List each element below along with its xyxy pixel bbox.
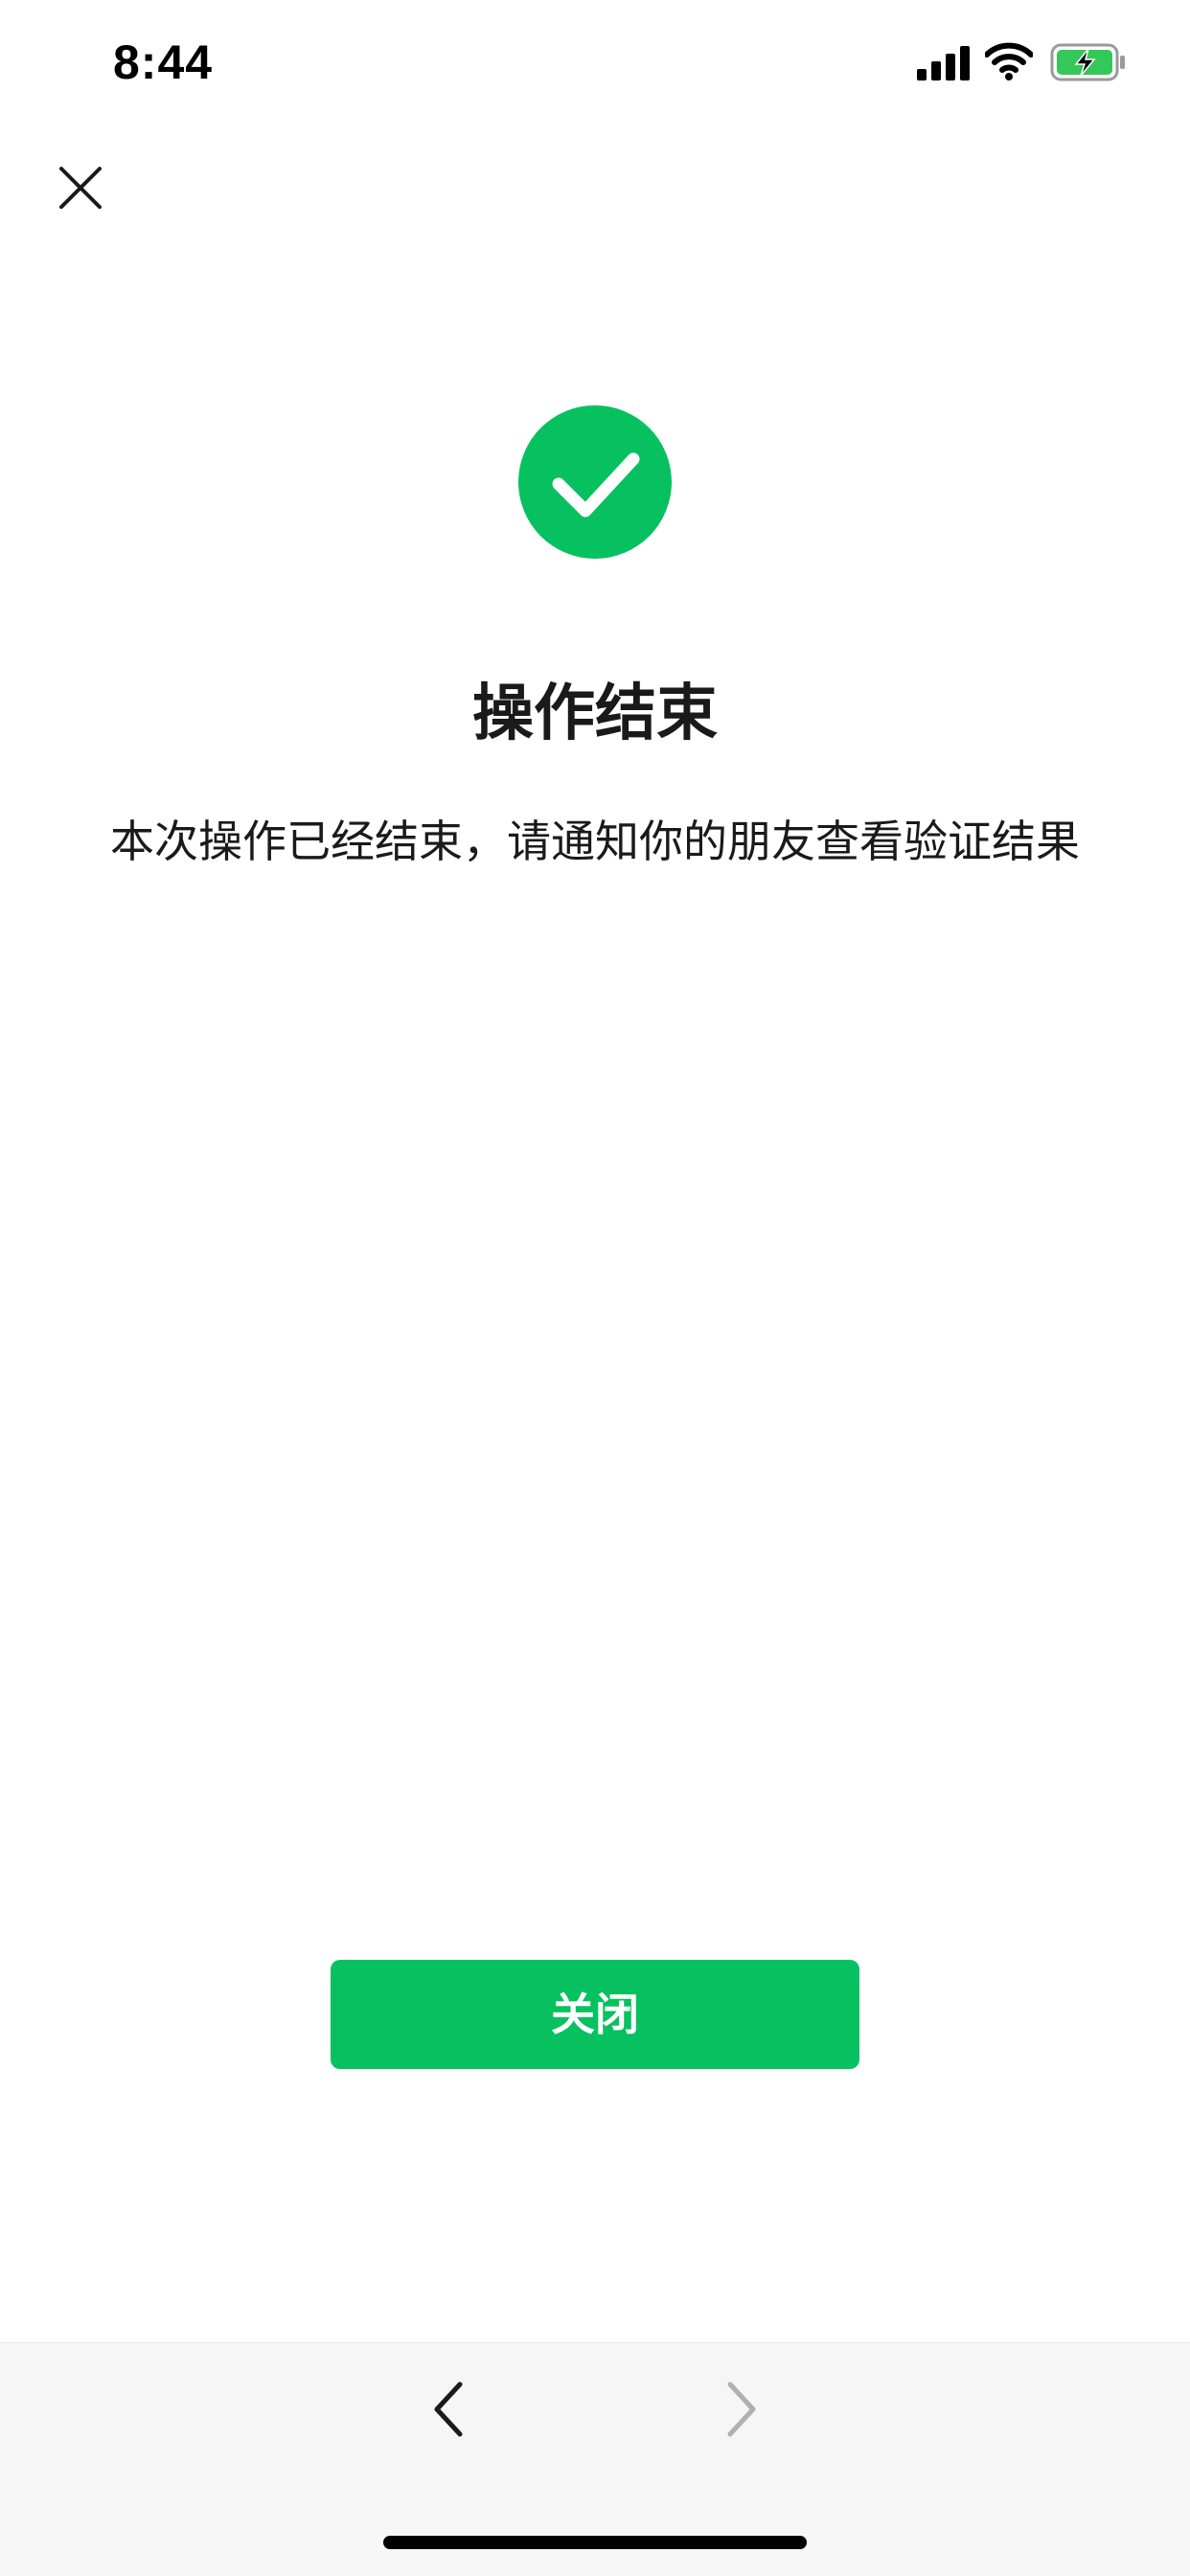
wifi-icon <box>985 42 1033 80</box>
close-button[interactable]: 关闭 <box>331 1960 859 2069</box>
result-title: 操作结束 <box>472 678 718 749</box>
status-bar: 8:44 <box>0 0 1190 126</box>
signal-icon <box>917 46 970 80</box>
result-description: 本次操作已经结束，请通知你的朋友查看验证结果 <box>110 816 1080 867</box>
chevron-left-icon[interactable] <box>427 2379 469 2440</box>
chevron-right-icon[interactable] <box>721 2379 763 2440</box>
status-time: 8:44 <box>113 35 214 89</box>
verification-result-screen: 8:44 操作结束 本次操作已经结束，请通知你的朋友查看验证结果 关闭 <box>0 0 1190 2576</box>
battery-charging-icon <box>1050 43 1125 81</box>
close-icon[interactable] <box>54 161 107 215</box>
success-check-icon <box>518 405 672 559</box>
home-indicator[interactable] <box>383 2536 807 2549</box>
